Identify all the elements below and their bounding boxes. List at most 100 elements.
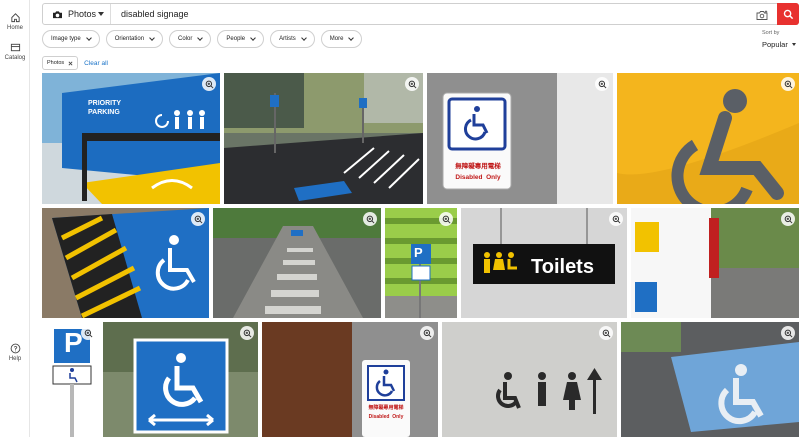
zoom-button[interactable]	[363, 212, 377, 226]
image-tile[interactable]	[617, 73, 799, 204]
zoom-icon	[784, 215, 792, 223]
image-paved-path	[213, 208, 381, 318]
image-tile[interactable]	[631, 208, 799, 318]
home-icon	[10, 13, 20, 23]
image-wall-icons	[442, 322, 617, 437]
image-elevator-sign	[262, 322, 438, 437]
nav-home-label: Home	[6, 25, 23, 31]
applied-filters: Photos Clear all	[42, 56, 108, 70]
zoom-button[interactable]	[609, 212, 623, 226]
zoom-button[interactable]	[781, 326, 795, 340]
filter-image-type[interactable]: Image type	[42, 30, 100, 48]
search-input[interactable]	[121, 4, 621, 24]
zoom-button[interactable]	[202, 77, 216, 91]
image-tile[interactable]	[103, 322, 258, 437]
zoom-button[interactable]	[191, 212, 205, 226]
filter-label: Artists	[279, 36, 296, 42]
zoom-icon	[194, 215, 202, 223]
zoom-button[interactable]	[81, 326, 95, 340]
parking-p-letter: P	[414, 245, 423, 260]
media-type-select[interactable]: Photos	[43, 4, 111, 24]
catalog-icon	[10, 43, 20, 52]
image-painted-ground-symbol	[621, 322, 799, 437]
image-tile[interactable]: P	[385, 208, 457, 318]
image-disabled-only-sign	[427, 73, 613, 204]
image-tile[interactable]	[621, 322, 799, 437]
close-icon[interactable]	[68, 61, 73, 66]
nav-home[interactable]: Home	[0, 12, 30, 31]
image-tile[interactable]	[442, 322, 617, 437]
filter-label: Image type	[51, 36, 81, 42]
zoom-button[interactable]	[240, 326, 254, 340]
chevron-down-icon	[300, 35, 307, 41]
chevron-down-icon	[149, 35, 155, 41]
left-rail: Home Catalog Help	[0, 0, 30, 437]
nav-catalog[interactable]: Catalog	[0, 42, 30, 61]
image-tile[interactable]	[224, 73, 423, 204]
sort-by-label: Sort by	[762, 30, 780, 36]
search-button[interactable]	[777, 3, 799, 25]
filter-label: Color	[178, 36, 193, 42]
filter-people[interactable]: People	[217, 30, 265, 48]
toilets-text: Toilets	[531, 256, 594, 278]
filter-bar: Image type Orientation Color People Arti…	[42, 30, 363, 48]
applied-filter-label: Photos	[47, 60, 65, 66]
search-icon	[783, 9, 793, 19]
image-tile[interactable]: P	[42, 322, 99, 437]
nav-help[interactable]: Help	[0, 343, 30, 362]
image-yellow-wheelchair-symbol	[617, 73, 799, 204]
image-tilted-floor-sign	[42, 208, 209, 318]
sort-value: Popular	[762, 40, 788, 49]
visual-search-icon	[756, 10, 768, 20]
zoom-icon	[205, 80, 213, 88]
media-type-label: Photos	[68, 9, 97, 19]
sign-disabled-only-text: Disabled Only	[455, 174, 501, 181]
zoom-icon	[784, 329, 792, 337]
filter-label: More	[329, 36, 344, 42]
zoom-button[interactable]	[781, 212, 795, 226]
filter-label: Orientation	[114, 36, 145, 42]
image-tile[interactable]: Toilets	[461, 208, 627, 318]
chevron-down-icon	[85, 35, 92, 41]
chevron-down-icon	[197, 35, 204, 41]
image-priority-parking	[42, 73, 220, 204]
filter-color[interactable]: Color	[169, 30, 212, 48]
chevron-down-icon	[791, 43, 796, 46]
zoom-icon	[408, 80, 416, 88]
zoom-icon	[612, 215, 620, 223]
sort-select[interactable]: Popular	[762, 40, 796, 49]
image-tile[interactable]: 無障礙專用電梯 Disabled Only	[427, 73, 613, 204]
image-tile[interactable]: 無障礙專用電梯 Disabled Only	[262, 322, 438, 437]
priority-parking-text: PRIORITY PARKING	[88, 100, 122, 116]
sign-disabled-only-text: Disabled Only	[368, 414, 404, 420]
sign-chinese-text: 無障礙專用電梯	[455, 163, 501, 170]
nav-catalog-label: Catalog	[4, 55, 26, 61]
chevron-down-icon	[98, 12, 104, 16]
zoom-button[interactable]	[599, 326, 613, 340]
nav-help-label: Help	[8, 356, 22, 362]
clear-all-link[interactable]: Clear all	[84, 60, 108, 67]
zoom-icon	[602, 329, 610, 337]
zoom-icon	[423, 329, 431, 337]
image-parking-lot	[224, 73, 423, 204]
zoom-button[interactable]	[405, 77, 419, 91]
chevron-down-icon	[348, 35, 355, 41]
filter-orientation[interactable]: Orientation	[105, 30, 164, 48]
search-bar: Photos	[42, 3, 799, 25]
zoom-button[interactable]	[420, 326, 434, 340]
image-tile[interactable]	[42, 208, 209, 318]
image-tile[interactable]: PRIORITY PARKING	[42, 73, 220, 204]
applied-filter-pill[interactable]: Photos	[42, 56, 79, 70]
image-tile[interactable]	[213, 208, 381, 318]
image-van-sign	[631, 208, 799, 318]
zoom-button[interactable]	[439, 212, 453, 226]
zoom-button[interactable]	[781, 77, 795, 91]
zoom-icon	[598, 80, 606, 88]
filter-artists[interactable]: Artists	[270, 30, 315, 48]
chevron-down-icon	[250, 35, 256, 41]
help-icon	[10, 343, 20, 354]
filter-more[interactable]: More	[320, 30, 363, 48]
zoom-button[interactable]	[595, 77, 609, 91]
zoom-icon	[366, 215, 374, 223]
visual-search-button[interactable]	[756, 8, 768, 26]
